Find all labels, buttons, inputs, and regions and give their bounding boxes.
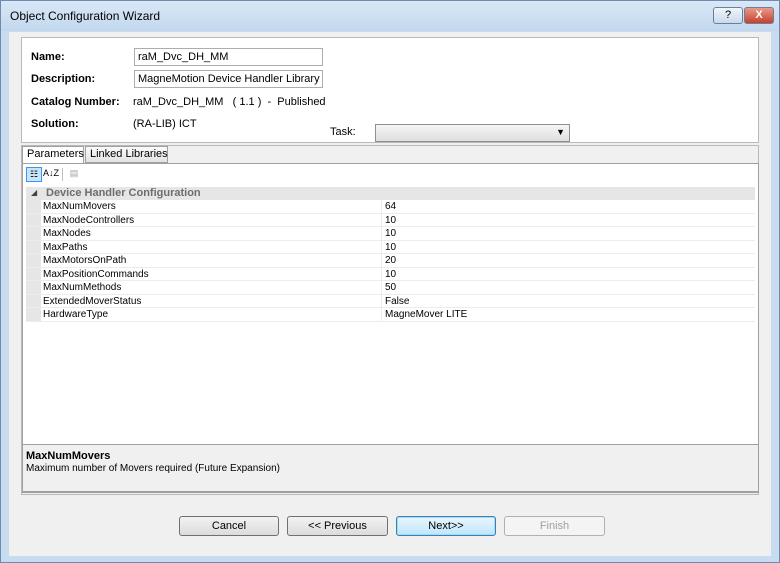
row-gutter [26, 254, 41, 267]
title-bar: Object Configuration Wizard ? X [1, 1, 779, 31]
row-gutter [26, 294, 41, 307]
toolbar-separator [62, 168, 63, 181]
description-label: Description: [31, 73, 96, 85]
property-row[interactable]: MaxMotorsOnPath 20 [26, 254, 755, 268]
task-label: Task: [330, 126, 356, 138]
dialog-body: Name: raM_Dvc_DH_MM Description: MagneMo… [9, 32, 771, 556]
property-name: HardwareType [43, 309, 109, 320]
previous-button[interactable]: << Previous [287, 516, 388, 536]
finish-button[interactable]: Finish [504, 516, 605, 536]
property-name: MaxNumMethods [43, 282, 122, 293]
tab-linked-libraries-label: Linked Libraries [90, 148, 168, 160]
property-name: MaxPaths [43, 241, 88, 253]
tab-parameters-active[interactable]: Parameters [22, 146, 84, 164]
tab-parameters-label: Parameters [27, 148, 84, 160]
property-row[interactable]: MaxNumMovers 64 [26, 200, 755, 214]
column-divider [381, 294, 382, 307]
column-divider [381, 227, 382, 240]
catalog-number-value: raM_Dvc_DH_MM ( 1.1 ) - Published [133, 96, 326, 108]
property-value[interactable]: MagneMover LITE [385, 308, 467, 321]
chevron-down-icon: ▼ [556, 127, 565, 137]
task-dropdown[interactable]: ▼ [375, 124, 570, 142]
property-row[interactable]: MaxNodes 10 [26, 227, 755, 241]
row-gutter [26, 227, 41, 240]
property-value[interactable]: False [385, 295, 409, 308]
column-divider [381, 308, 382, 321]
description-field[interactable]: MagneMotion Device Handler Library Obj [134, 70, 323, 88]
property-value[interactable]: 64 [385, 200, 396, 213]
row-gutter [26, 308, 41, 321]
column-divider [381, 240, 382, 253]
category-title: Device Handler Configuration [46, 187, 201, 199]
alphabetical-sort-icon[interactable]: A↓Z [43, 167, 59, 182]
column-divider [381, 267, 382, 280]
wizard-window: Object Configuration Wizard ? X Name: ra… [0, 0, 780, 563]
grid-category[interactable]: ◢ Device Handler Configuration [26, 187, 755, 200]
property-name: MaxNumMovers [43, 201, 116, 212]
property-row[interactable]: ExtendedMoverStatus False [26, 294, 755, 308]
collapse-triangle-icon[interactable]: ◢ [31, 188, 37, 197]
property-row[interactable]: HardwareType MagneMover LITE [26, 308, 755, 322]
property-value[interactable]: 10 [385, 227, 396, 240]
property-name: ExtendedMoverStatus [43, 295, 142, 307]
property-name: MaxMotorsOnPath [43, 255, 127, 266]
property-row[interactable]: MaxPositionCommands 10 [26, 267, 755, 281]
row-gutter [26, 213, 41, 226]
solution-label: Solution: [31, 118, 79, 130]
row-gutter [26, 267, 41, 280]
property-value[interactable]: 50 [385, 281, 396, 294]
property-value[interactable]: 10 [385, 214, 396, 227]
close-button[interactable]: X [744, 7, 774, 24]
property-name: MaxNodes [43, 228, 91, 239]
object-info-panel: Name: raM_Dvc_DH_MM Description: MagneMo… [21, 37, 759, 143]
column-divider [381, 254, 382, 267]
solution-value: (RA-LIB) ICT [133, 118, 197, 130]
property-row[interactable]: MaxNodeControllers 10 [26, 213, 755, 227]
catalog-number-label: Catalog Number: [31, 96, 120, 108]
window-title: Object Configuration Wizard [10, 9, 161, 23]
property-name: MaxNodeControllers [43, 214, 135, 226]
property-value[interactable]: 20 [385, 254, 396, 267]
column-divider [381, 281, 382, 294]
property-grid: ◢ Device Handler Configuration MaxNumMov… [26, 187, 755, 322]
tab-linked-libraries[interactable]: Linked Libraries [85, 146, 168, 163]
description-title: MaxNumMovers [26, 450, 111, 462]
row-gutter [26, 200, 41, 213]
description-text: Maximum number of Movers required (Futur… [26, 463, 280, 474]
name-field[interactable]: raM_Dvc_DH_MM [134, 48, 323, 66]
property-pages-icon[interactable]: ▤ [66, 167, 82, 182]
row-gutter [26, 281, 41, 294]
property-value[interactable]: 10 [385, 241, 396, 254]
property-row[interactable]: MaxPaths 10 [26, 240, 755, 254]
row-gutter [26, 240, 41, 253]
next-button[interactable]: Next>> [396, 516, 496, 536]
property-name: MaxPositionCommands [43, 268, 149, 280]
cancel-button[interactable]: Cancel [179, 516, 279, 536]
property-value[interactable]: 10 [385, 268, 396, 281]
name-label: Name: [31, 51, 65, 63]
column-divider [381, 213, 382, 226]
categorized-icon[interactable]: ☷ [26, 167, 42, 182]
property-row[interactable]: MaxNumMethods 50 [26, 281, 755, 295]
help-button[interactable]: ? [713, 7, 743, 24]
column-divider [381, 200, 382, 213]
description-panel: MaxNumMovers Maximum number of Movers re… [22, 444, 759, 492]
